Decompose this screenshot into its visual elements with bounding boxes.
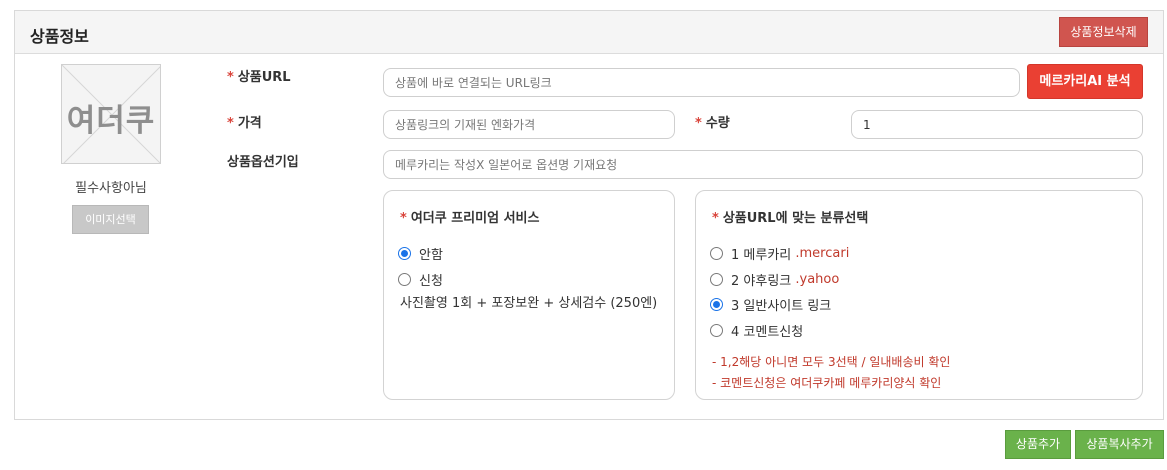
- category-option-label: 2 야후링크: [731, 274, 792, 289]
- category-note: - 코멘트신청은 여더쿠카페 메루카리양식 확인: [712, 376, 942, 390]
- category-option-mercari[interactable]: 1 메루카리 .mercari: [710, 244, 849, 263]
- price-input[interactable]: [383, 110, 675, 139]
- premium-service-box: * 여더쿠 프리미엄 서비스 안함 신청 사진촬영 1회 + 포장보완 + 상세검…: [383, 190, 675, 400]
- category-title-text: 상품URL에 맞는 분류선택: [722, 211, 869, 226]
- copy-add-product-button[interactable]: 상품복사추가: [1075, 430, 1164, 459]
- delete-product-info-button[interactable]: 상품정보삭제: [1059, 17, 1148, 47]
- premium-option-label: 안함: [419, 248, 443, 263]
- radio-icon[interactable]: [710, 247, 723, 260]
- radio-icon[interactable]: [710, 298, 723, 311]
- category-select-box: * 상품URL에 맞는 분류선택 1 메루카리 .mercari 2 야후링크 .…: [695, 190, 1143, 400]
- premium-description: 사진촬영 1회 + 포장보완 + 상세검수 (250엔): [400, 296, 658, 311]
- quantity-label: * 수량: [695, 112, 730, 131]
- radio-icon[interactable]: [398, 273, 411, 286]
- required-mark: *: [227, 116, 234, 131]
- required-mark: *: [227, 70, 234, 85]
- category-option-label: 3 일반사이트 링크: [731, 299, 832, 314]
- category-title: * 상품URL에 맞는 분류선택: [712, 207, 868, 226]
- category-option-suffix: .yahoo: [795, 272, 840, 287]
- radio-icon[interactable]: [398, 247, 411, 260]
- placeholder-logo-text: 여더쿠: [66, 103, 156, 139]
- radio-icon[interactable]: [710, 273, 723, 286]
- price-label: * 가격: [227, 112, 262, 131]
- url-label-text: 상품URL: [237, 70, 291, 85]
- quantity-input[interactable]: [851, 110, 1143, 139]
- radio-icon[interactable]: [710, 324, 723, 337]
- required-mark: *: [695, 116, 702, 131]
- price-label-text: 가격: [237, 116, 262, 131]
- premium-option-apply[interactable]: 신청: [398, 270, 443, 289]
- optional-note: 필수사항아님: [75, 181, 147, 196]
- product-info-panel: 상품정보 상품정보삭제 여더쿠 필수사항아님 이미지선택 *상품URL 메르카리…: [14, 10, 1164, 420]
- url-label: * 상품URL: [227, 66, 291, 85]
- required-mark: *: [712, 211, 719, 226]
- category-option-yahoo[interactable]: 2 야후링크 .yahoo: [710, 270, 839, 289]
- premium-title: * 여더쿠 프리미엄 서비스: [400, 207, 539, 226]
- mercari-ai-analyze-button[interactable]: 메르카리AI 분석: [1027, 64, 1143, 99]
- premium-title-text: 여더쿠 프리미엄 서비스: [410, 211, 540, 226]
- category-note: - 1,2해당 아니면 모두 3선택 / 일내배송비 확인: [712, 355, 951, 369]
- product-image-placeholder: 여더쿠: [61, 64, 161, 164]
- category-option-comment[interactable]: 4 코멘트신청: [710, 321, 803, 340]
- panel-title: 상품정보: [30, 27, 89, 46]
- category-option-suffix: .mercari: [795, 246, 850, 261]
- panel-header: 상품정보 상품정보삭제: [15, 11, 1163, 54]
- select-image-button[interactable]: 이미지선택: [72, 205, 149, 234]
- option-input[interactable]: [383, 150, 1143, 179]
- quantity-label-text: 수량: [705, 116, 730, 131]
- premium-option-none[interactable]: 안함: [398, 244, 443, 263]
- category-option-general[interactable]: 3 일반사이트 링크: [710, 295, 831, 314]
- url-input[interactable]: [383, 68, 1020, 97]
- required-mark: *: [400, 211, 407, 226]
- category-option-label: 4 코멘트신청: [731, 325, 804, 340]
- premium-option-label: 신청: [419, 274, 443, 289]
- add-product-button[interactable]: 상품추가: [1005, 430, 1071, 459]
- category-option-label: 1 메루카리: [731, 248, 792, 263]
- option-label: 상품옵션기입: [227, 155, 299, 170]
